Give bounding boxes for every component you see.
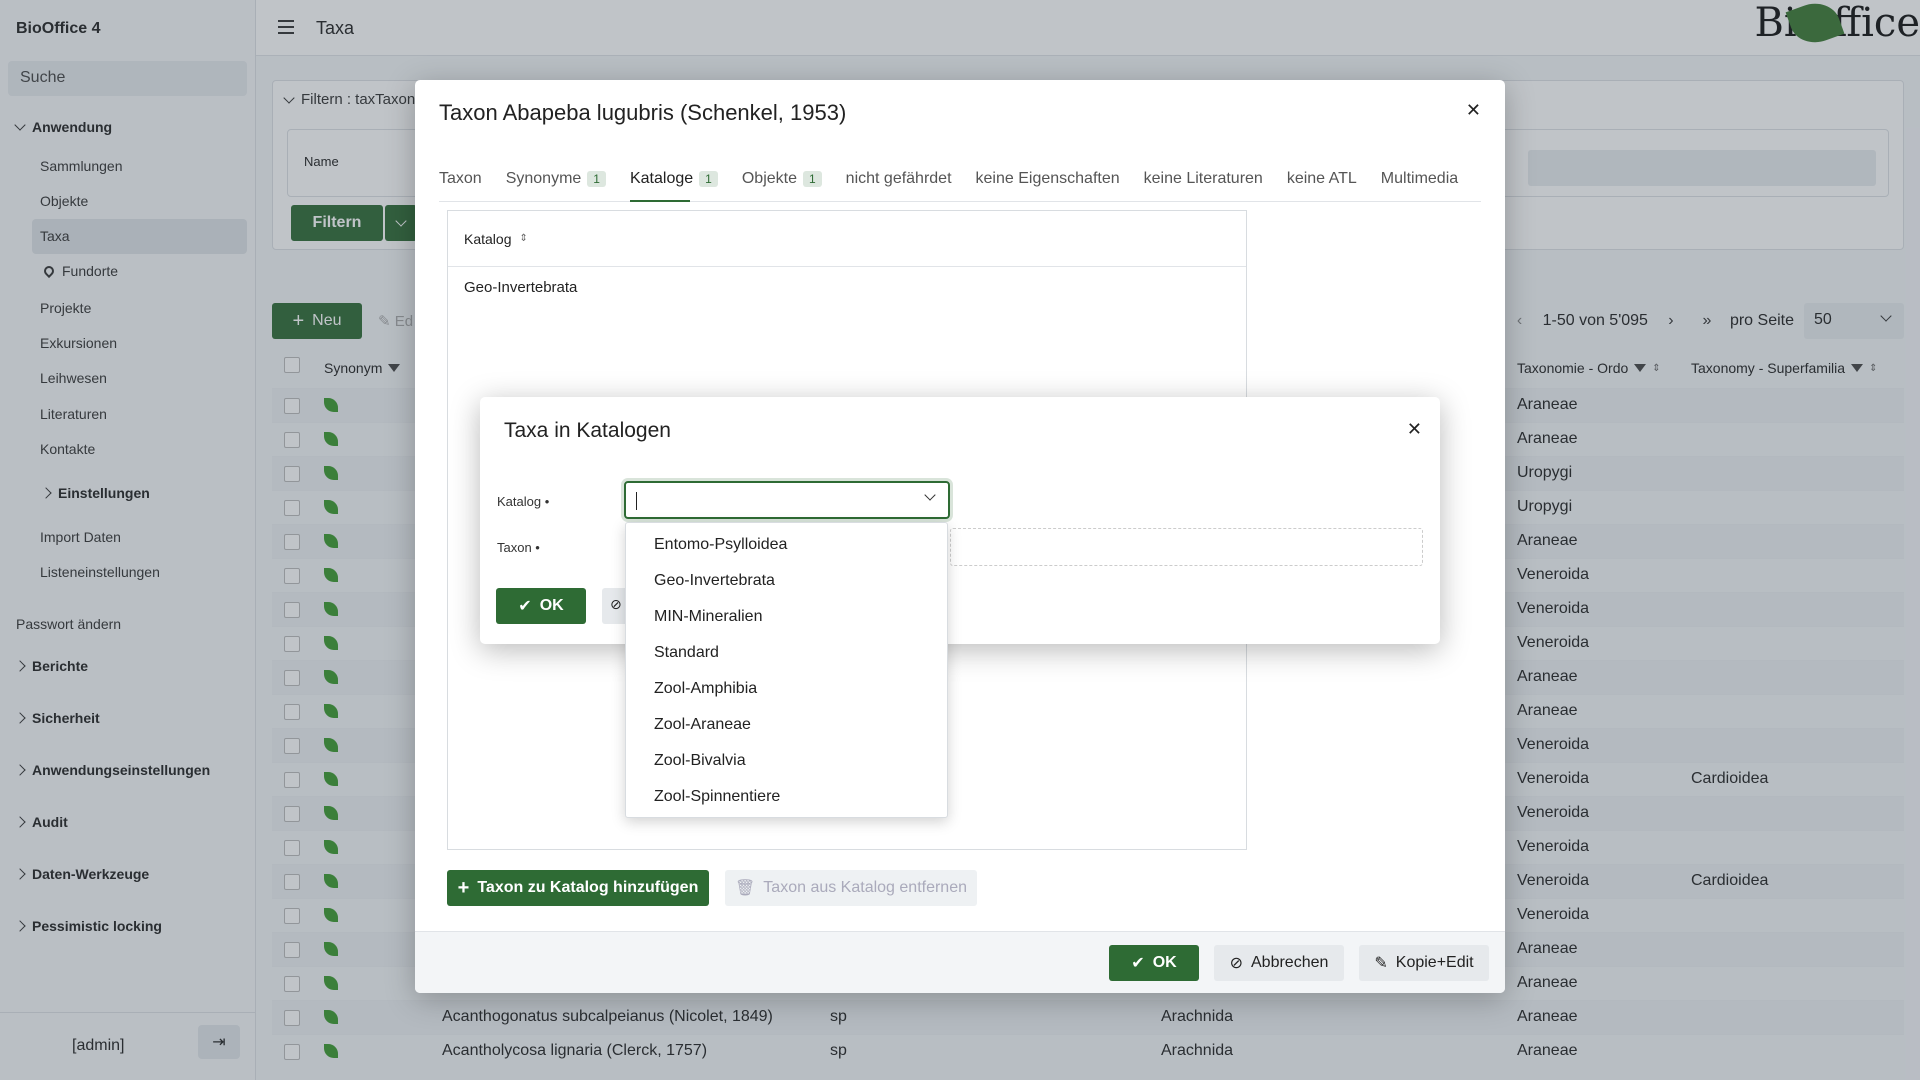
cancel-circle-icon: ⊘ — [1229, 955, 1243, 972]
dropdown-option[interactable]: Zool-Bivalvia — [626, 743, 947, 779]
catalog-dialog: Taxa in Katalogen ✕ Katalog • Taxon • ✔ O… — [480, 397, 1440, 644]
tab-count-badge: 1 — [699, 171, 718, 187]
add-to-catalog-button[interactable]: + Taxon zu Katalog hinzufügen — [447, 870, 709, 906]
check-icon: ✔ — [1131, 955, 1145, 972]
ok-label: OK — [1152, 954, 1177, 971]
cancel-button[interactable]: ⊘ Abbrechen — [1214, 945, 1344, 981]
dropdown-option[interactable]: Entomo-Psylloidea — [626, 527, 947, 563]
tab-count-badge: 1 — [587, 171, 606, 187]
tab-label: keine ATL — [1286, 170, 1357, 187]
trash-icon: 🗑 — [734, 880, 756, 897]
tab-label: Kataloge — [629, 170, 694, 187]
katalog-dropdown: Entomo-Psylloidea Geo-Invertebrata MIN-Min… — [625, 522, 948, 818]
dropdown-option[interactable]: Zool-Araneae — [626, 707, 947, 743]
tab-kataloge[interactable]: Kataloge 1 — [629, 166, 718, 202]
taxon-tabs: Taxon Synonyme 1 Kataloge 1 Objekte 1 nicht gef… — [439, 166, 1481, 202]
catalog-table-header[interactable]: Katalog ⇕ — [448, 211, 1246, 267]
check-icon: ✔ — [518, 598, 532, 615]
copy-edit-button[interactable]: ✎ Kopie+Edit — [1359, 945, 1489, 981]
tab-count-badge: 1 — [802, 171, 822, 187]
dropdown-option[interactable]: Geo-Invertebrata — [626, 563, 947, 599]
sort-icon[interactable]: ⇕ — [519, 233, 527, 244]
copy-edit-label: Kopie+Edit — [1395, 954, 1474, 971]
ok-button[interactable]: ✔ OK — [1109, 945, 1199, 981]
tab-keine-atl[interactable]: keine ATL — [1287, 166, 1357, 201]
tab-label: keine Eigenschaften — [975, 170, 1120, 187]
ok-label: OK — [539, 597, 564, 614]
ok-button[interactable]: ✔ OK — [496, 588, 586, 624]
tab-taxon[interactable]: Taxon — [439, 166, 482, 201]
close-icon[interactable]: ✕ — [1407, 419, 1422, 440]
cancel-label: Abbrechen — [1251, 954, 1329, 971]
tab-label: Synonyme — [505, 170, 582, 187]
text-caret — [636, 492, 637, 510]
dropdown-option[interactable]: Zool-Spinnentiere — [626, 779, 947, 815]
taxon-input[interactable] — [950, 528, 1423, 566]
tab-objekte[interactable]: Objekte 1 — [742, 166, 822, 201]
tab-multimedia[interactable]: Multimedia — [1381, 166, 1458, 201]
katalog-select[interactable] — [624, 481, 950, 519]
column-label: Katalog — [464, 230, 512, 247]
katalog-label: Katalog • — [497, 494, 550, 509]
plus-icon: + — [457, 876, 470, 899]
add-button-label: Taxon zu Katalog hinzufügen — [477, 879, 699, 896]
taxon-dialog-footer: ✔ OK ⊘ Abbrechen ✎ Kopie+Edit — [415, 931, 1505, 993]
dropdown-option[interactable]: Standard — [626, 635, 947, 671]
remove-button-label: Taxon aus Katalog entfernen — [763, 879, 967, 896]
taxon-label: Taxon • — [497, 540, 540, 555]
tab-keine-literaturen[interactable]: keine Literaturen — [1144, 166, 1263, 201]
catalog-row[interactable]: Geo-Invertebrata — [448, 267, 1246, 308]
close-icon[interactable]: ✕ — [1466, 100, 1481, 121]
chevron-down-icon[interactable] — [924, 489, 936, 501]
tab-label: nicht gefährdet — [845, 170, 952, 187]
tab-nicht-gefährdet[interactable]: nicht gefährdet — [846, 166, 952, 201]
tab-synonyme[interactable]: Synonyme 1 — [506, 166, 606, 201]
dropdown-option[interactable]: MIN-Mineralien — [626, 599, 947, 635]
catalog-dialog-title: Taxa in Katalogen — [504, 419, 671, 442]
edit-icon: ✎ — [1374, 955, 1388, 972]
remove-from-catalog-button[interactable]: 🗑 Taxon aus Katalog entfernen — [725, 870, 977, 906]
tab-keine-eigenschaften[interactable]: keine Eigenschaften — [976, 166, 1120, 201]
tab-label: Objekte — [741, 170, 797, 187]
tab-label: keine Literaturen — [1143, 170, 1263, 187]
taxon-dialog-title: Taxon Abapeba lugubris (Schenkel, 1953) — [439, 100, 847, 125]
tab-label: Taxon — [439, 170, 482, 187]
dropdown-option[interactable]: Zool-Amphibia — [626, 671, 947, 707]
tab-label: Multimedia — [1380, 170, 1459, 187]
